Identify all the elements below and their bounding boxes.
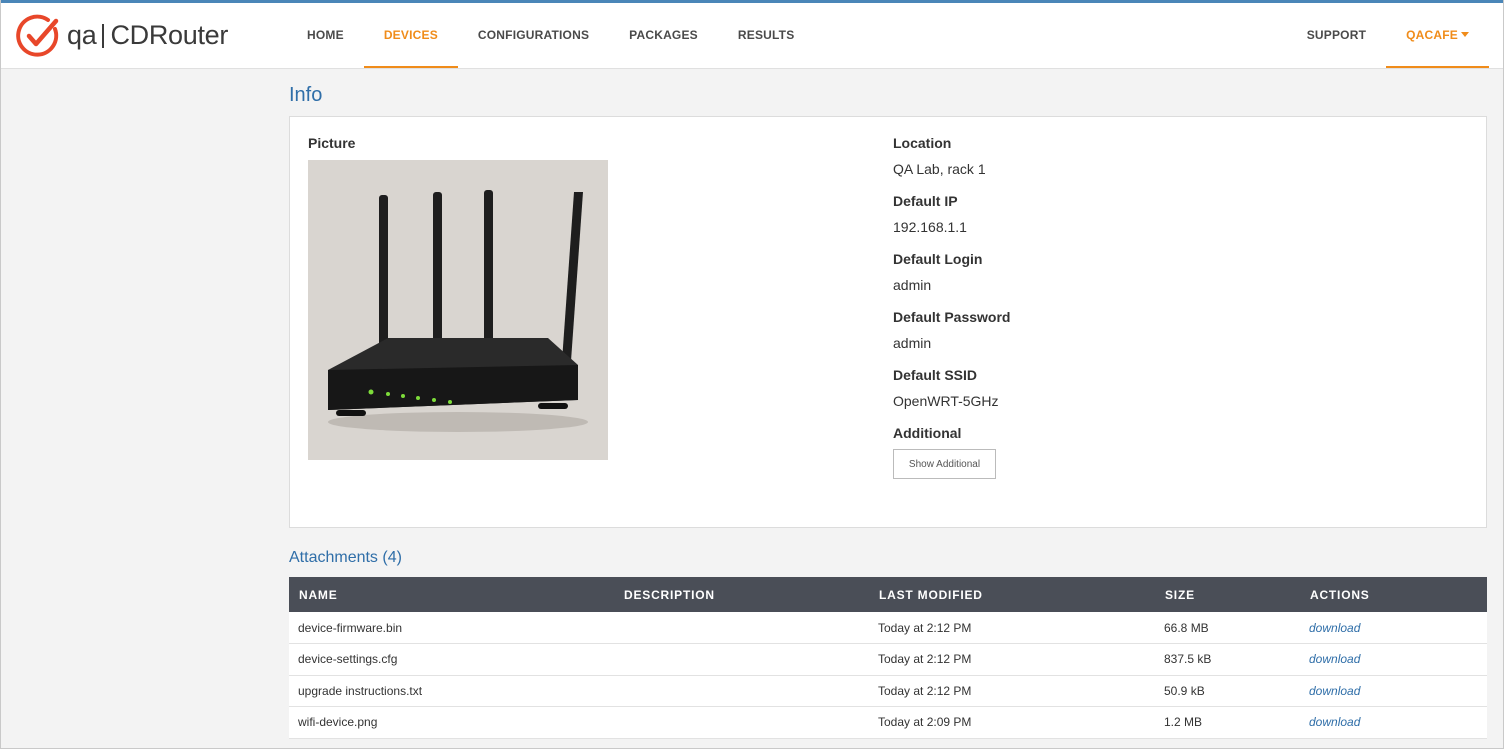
- location-value: QA Lab, rack 1: [893, 161, 986, 177]
- table-row: device-firmware.bin Today at 2:12 PM 66.…: [289, 612, 1487, 644]
- attachment-name: wifi-device.png: [289, 706, 614, 739]
- default-ssid-value: OpenWRT-5GHz: [893, 393, 999, 409]
- table-row: device-settings.cfg Today at 2:12 PM 837…: [289, 643, 1487, 676]
- brand-logo[interactable]: qa CDRouter: [1, 3, 291, 68]
- download-link[interactable]: download: [1309, 715, 1360, 729]
- attachment-size: 1.2 MB: [1155, 706, 1300, 739]
- user-name: QACAFE: [1406, 27, 1458, 42]
- default-login-label: Default Login: [893, 251, 983, 267]
- attachments-title: Attachments (4): [289, 549, 402, 566]
- table-header-row: NAME DESCRIPTION LAST MODIFIED SIZE ACTI…: [289, 577, 1487, 612]
- nav-packages[interactable]: PACKAGES: [609, 3, 718, 68]
- table-row: wifi-device.png Today at 2:09 PM 1.2 MB …: [289, 706, 1487, 739]
- brand-name: CDRouter: [110, 20, 229, 50]
- default-login-value: admin: [893, 277, 932, 293]
- attachment-description: [614, 706, 869, 739]
- attachment-name: device-settings.cfg: [289, 643, 614, 676]
- default-ssid-label: Default SSID: [893, 367, 978, 383]
- column-header-actions: ACTIONS: [1310, 587, 1370, 602]
- main-content: Info Picture Location QA Lab, rack 1 Def…: [289, 69, 1487, 739]
- info-title: Info: [289, 84, 323, 106]
- attachment-size: 837.5 kB: [1155, 643, 1300, 676]
- caret-down-icon: [1461, 32, 1469, 37]
- location-label: Location: [893, 135, 952, 151]
- attachment-name: upgrade instructions.txt: [289, 675, 614, 707]
- default-password-label: Default Password: [893, 309, 1011, 325]
- attachment-description: [614, 643, 869, 676]
- attachment-size: 50.9 kB: [1155, 675, 1300, 707]
- nav-results[interactable]: RESULTS: [718, 3, 815, 68]
- column-header-description[interactable]: DESCRIPTION: [614, 577, 869, 612]
- show-additional-button[interactable]: Show Additional: [893, 449, 996, 479]
- table-row: upgrade instructions.txt Today at 2:12 P…: [289, 675, 1487, 707]
- attachment-name: device-firmware.bin: [289, 612, 614, 644]
- download-link[interactable]: download: [1309, 621, 1360, 635]
- nav-support[interactable]: SUPPORT: [1287, 3, 1386, 68]
- download-link[interactable]: download: [1309, 684, 1360, 698]
- nav-configurations[interactable]: CONFIGURATIONS: [458, 3, 609, 68]
- user-menu[interactable]: QACAFE: [1386, 3, 1489, 68]
- nav-home[interactable]: HOME: [287, 3, 364, 68]
- attachment-description: [614, 612, 869, 644]
- default-ip-label: Default IP: [893, 193, 958, 209]
- nav-devices[interactable]: DEVICES: [363, 3, 458, 68]
- default-ip-value: 192.168.1.1: [893, 219, 967, 235]
- download-link[interactable]: download: [1309, 652, 1360, 666]
- info-panel: Picture Location QA Lab, rack 1 Default …: [289, 116, 1487, 528]
- attachment-size: 66.8 MB: [1155, 612, 1300, 644]
- column-header-size[interactable]: SIZE: [1155, 577, 1300, 612]
- column-header-last-modified[interactable]: LAST MODIFIED: [869, 577, 1155, 612]
- attachments-table: NAME DESCRIPTION LAST MODIFIED SIZE ACTI…: [289, 577, 1487, 739]
- device-picture: [308, 160, 608, 460]
- default-password-value: admin: [893, 335, 932, 351]
- additional-label: Additional: [893, 425, 962, 441]
- navbar: qa CDRouter HOME DEVICES CONFIGURATIONS …: [1, 3, 1503, 69]
- attachment-description: [614, 675, 869, 707]
- attachment-modified: Today at 2:12 PM: [869, 675, 1155, 707]
- brand-prefix: qa: [67, 20, 97, 50]
- brand-separator: [102, 23, 105, 48]
- attachment-modified: Today at 2:09 PM: [869, 706, 1155, 739]
- picture-label: Picture: [308, 135, 356, 151]
- attachment-modified: Today at 2:12 PM: [869, 612, 1155, 644]
- qa-check-logo-icon: [16, 14, 59, 57]
- router-image-icon: [308, 160, 608, 460]
- column-header-name[interactable]: NAME: [289, 577, 614, 612]
- attachment-modified: Today at 2:12 PM: [869, 643, 1155, 676]
